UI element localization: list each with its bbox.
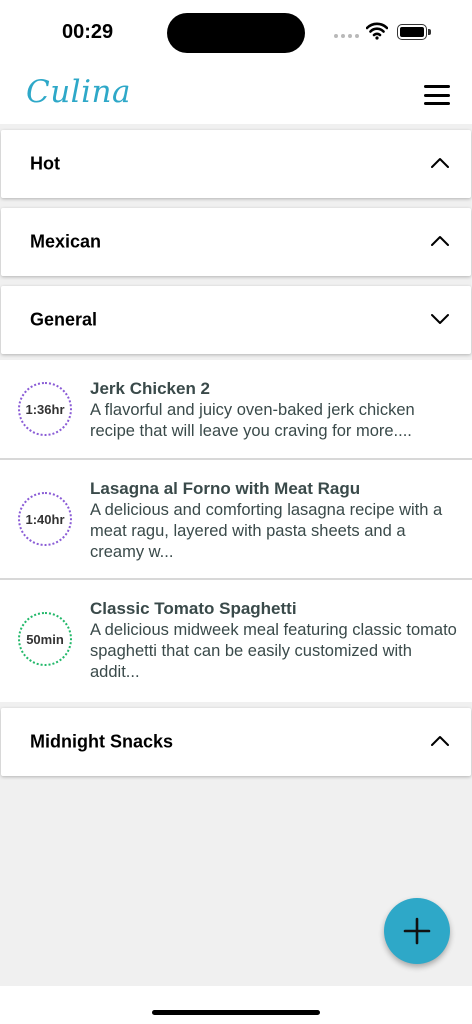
hamburger-menu-icon[interactable] — [424, 85, 450, 105]
chevron-up-icon — [431, 236, 449, 246]
status-bar: 00:29 — [0, 0, 472, 62]
recipe-title: Classic Tomato Spaghetti — [90, 599, 297, 618]
section-title: Mexican — [30, 231, 102, 252]
cook-time-ring: 50min — [18, 612, 72, 666]
recipe-item-tomato-spaghetti[interactable]: 50min Classic Tomato Spaghetti A delicio… — [0, 580, 472, 702]
recipe-description: A delicious and comforting lasagna recip… — [90, 501, 443, 561]
chevron-down-icon — [431, 314, 449, 324]
recipe-title: Lasagna al Forno with Meat Ragu — [90, 479, 361, 498]
section-header-midnight-snacks[interactable]: Midnight Snacks — [1, 708, 471, 776]
dynamic-island — [167, 13, 305, 53]
chevron-up-icon — [431, 736, 449, 746]
recipe-item-jerk-chicken[interactable]: 1:36hr Jerk Chicken 2 A flavorful and ju… — [0, 360, 472, 458]
cellular-signal-icon — [334, 34, 359, 38]
recipe-item-lasagna[interactable]: 1:40hr Lasagna al Forno with Meat Ragu A… — [0, 460, 472, 578]
section-title: Midnight Snacks — [30, 731, 174, 752]
cook-time-ring: 1:36hr — [18, 382, 72, 436]
recipe-list: Hot Mexican General 1:36hr Jerk Chicken … — [0, 124, 472, 986]
battery-icon — [397, 24, 431, 40]
app-header: Culina — [0, 62, 472, 124]
plus-icon — [403, 917, 431, 945]
home-indicator-area — [0, 986, 472, 1024]
section-header-general[interactable]: General — [1, 286, 471, 354]
chevron-up-icon — [431, 158, 449, 168]
app-logo[interactable]: Culina — [26, 74, 131, 110]
add-recipe-button[interactable] — [384, 898, 450, 964]
home-indicator[interactable] — [152, 1010, 320, 1015]
recipe-description: A flavorful and juicy oven-baked jerk ch… — [90, 401, 415, 440]
cook-time-ring: 1:40hr — [18, 492, 72, 546]
recipe-title: Jerk Chicken 2 — [90, 379, 211, 398]
section-header-mexican[interactable]: Mexican — [1, 208, 471, 276]
section-title: Hot — [30, 153, 60, 174]
status-time: 00:29 — [62, 21, 114, 43]
wifi-icon — [366, 22, 388, 40]
recipe-description: A delicious midweek meal featuring class… — [90, 621, 457, 681]
section-title: General — [30, 309, 98, 330]
section-header-hot[interactable]: Hot — [1, 130, 471, 198]
